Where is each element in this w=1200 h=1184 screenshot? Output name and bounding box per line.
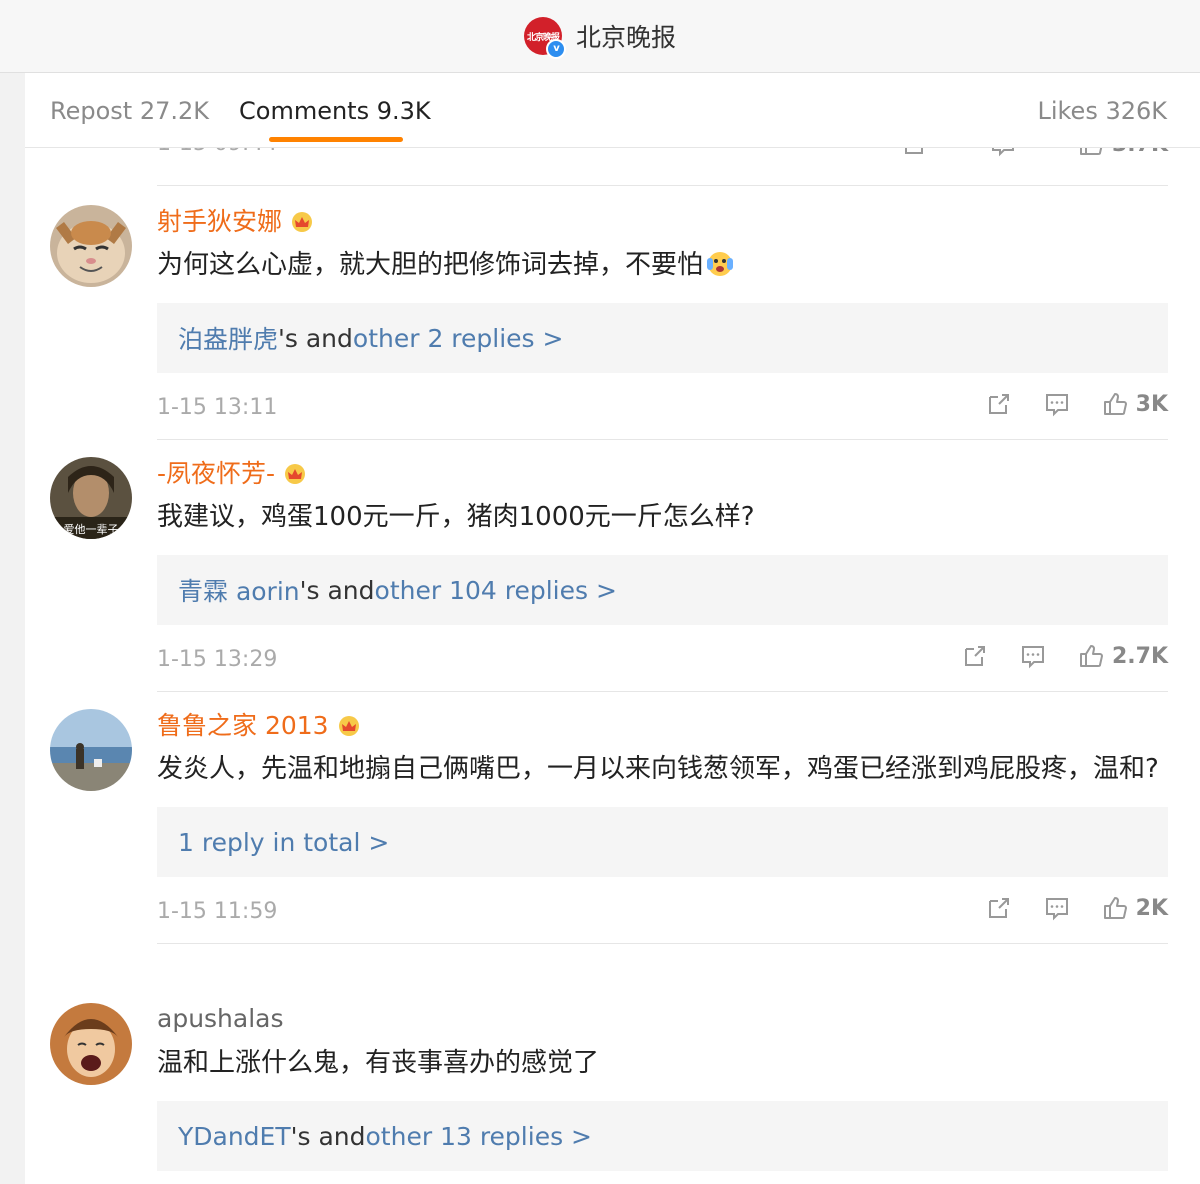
reply-mid-text: 's and <box>299 575 375 605</box>
username-text: 射手狄安娜 <box>157 207 283 236</box>
like-count: 2K <box>1135 895 1168 921</box>
reply-mid-text: 's and <box>278 323 353 353</box>
tab-comments[interactable]: Comments 9.3K <box>239 97 431 142</box>
reply-user[interactable]: 青霖 aorin <box>178 572 300 608</box>
tab-likes[interactable]: Likes 326K <box>1037 97 1167 125</box>
like-icon[interactable] <box>1102 895 1128 921</box>
tab-repost[interactable]: Repost 27.2K <box>50 97 209 125</box>
comment-icon[interactable] <box>1044 895 1070 921</box>
comment-time: 1-15 13:11 <box>157 395 278 420</box>
share-icon[interactable] <box>986 391 1012 417</box>
account-name[interactable]: 北京晚报 <box>576 18 676 54</box>
comment-meta: 1-15 13:29 2.7K <box>157 625 1168 692</box>
reply-user[interactable]: YDandET <box>178 1122 291 1151</box>
active-tab-indicator <box>269 137 403 142</box>
like-count: 2.7K <box>1111 643 1168 669</box>
verified-badge-icon: v <box>545 39 566 59</box>
tab-bar: Repost 27.2K Comments 9.3K Likes 326K <box>25 73 1200 148</box>
comment-text: 我建议，鸡蛋100元一斤，猪肉1000元一斤怎么样? <box>157 502 755 532</box>
total-replies-link[interactable]: 1 reply in total > <box>178 828 389 857</box>
comment-username[interactable]: -夙夜怀芳- <box>157 457 1168 488</box>
more-replies-link[interactable]: other 104 replies > <box>375 576 617 605</box>
avatar[interactable] <box>50 1003 132 1085</box>
replies-preview[interactable]: 青霖 aorin's and other 104 replies > <box>157 555 1168 625</box>
account-logo[interactable]: 北京晚报 v <box>523 17 566 59</box>
more-replies-link[interactable]: other 2 replies > <box>353 324 564 353</box>
username-text: -夙夜怀芳- <box>157 459 276 488</box>
comment-time: 1-15 13:29 <box>157 647 278 672</box>
avatar[interactable] <box>50 205 132 287</box>
like-icon[interactable] <box>1102 391 1128 417</box>
avatar[interactable]: 爱他一辈子 <box>50 457 132 539</box>
share-icon[interactable] <box>962 643 988 669</box>
top-bar: 北京晚报 v 北京晚报 <box>0 0 1200 73</box>
scared-face-emoji-icon <box>705 248 735 276</box>
tab-comments-label: Comments 9.3K <box>239 97 431 125</box>
comment-meta: 1-15 13:11 3K <box>157 373 1168 440</box>
crown-badge-icon <box>290 209 314 232</box>
avatar[interactable] <box>50 709 132 791</box>
comment-username[interactable]: 射手狄安娜 <box>157 205 1168 236</box>
comment-icon[interactable] <box>1020 643 1046 669</box>
comment-meta: 1-15 11:59 2K <box>157 877 1168 944</box>
comment-text: 温和上涨什么鬼，有丧事喜办的感觉了 <box>157 1048 600 1078</box>
like-icon[interactable] <box>1078 643 1104 669</box>
comment-text: 为何这么心虚，就大胆的把修饰词去掉，不要怕 <box>157 243 1168 287</box>
comments-panel: Repost 27.2K Comments 9.3K Likes 326K 1-… <box>25 73 1200 1184</box>
comment-username[interactable]: apushalas <box>157 1003 1168 1033</box>
username-text: 鲁鲁之家 2013 <box>157 711 329 740</box>
username-text: apushalas <box>157 1003 284 1033</box>
replies-preview[interactable]: 泊盎胖虎's and other 2 replies > <box>157 303 1168 373</box>
share-icon[interactable] <box>986 895 1012 921</box>
comment-text: 发炎人，先温和地搧自己俩嘴巴，一月以来向钱葱领军，鸡蛋已经涨到鸡屁股疼，温和? <box>157 754 1159 784</box>
reply-user[interactable]: 泊盎胖虎 <box>178 320 278 356</box>
replies-preview[interactable]: 1 reply in total > <box>157 807 1168 877</box>
like-count: 3K <box>1135 391 1168 417</box>
reply-mid-text: 's and <box>290 1121 366 1151</box>
avatar-caption: 爱他一辈子 <box>64 522 119 536</box>
crown-badge-icon <box>283 461 307 484</box>
more-replies-link[interactable]: other 13 replies > <box>366 1122 592 1151</box>
comment-time: 1-15 11:59 <box>157 899 278 924</box>
crown-badge-icon <box>337 713 361 736</box>
comment-icon[interactable] <box>1044 391 1070 417</box>
comment-username[interactable]: 鲁鲁之家 2013 <box>157 709 1168 740</box>
replies-preview[interactable]: YDandET's and other 13 replies > <box>157 1101 1168 1171</box>
